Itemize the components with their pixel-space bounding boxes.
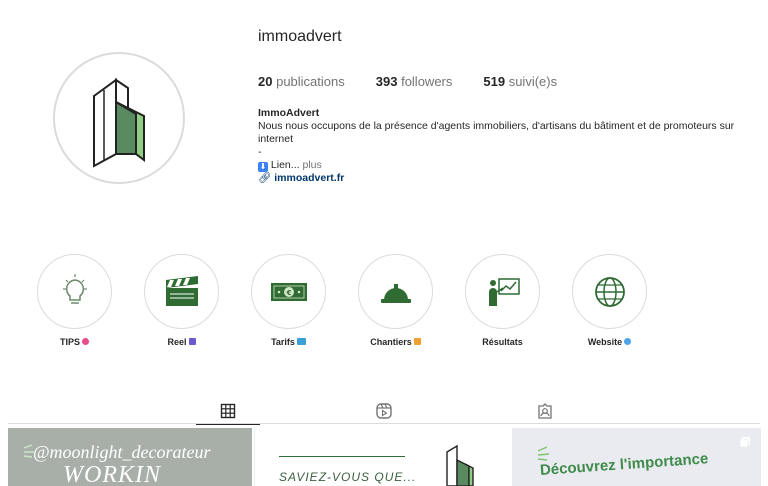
down-arrow-icon: ⬇: [258, 162, 268, 172]
post-thumbnail[interactable]: @moonlight_decorateur WORKIN: [8, 428, 252, 486]
following-label: suivi(e)s: [508, 74, 558, 89]
highlight-website-label: Website: [588, 337, 632, 347]
bio-more-link[interactable]: plus: [302, 159, 321, 171]
highlight-tarifs[interactable]: € Tarifs: [251, 254, 326, 347]
post-divider: [279, 456, 405, 457]
carousel-icon: [739, 437, 750, 448]
presentation-icon: [488, 277, 520, 306]
website-link[interactable]: immoadvert.fr: [274, 172, 344, 184]
construction-emoji-icon: [413, 338, 421, 345]
post-caption-title: WORKIN: [63, 462, 161, 486]
reels-icon: [376, 403, 392, 419]
bio-link-row: ⬇ Lien... plus: [258, 159, 758, 172]
profile-stats: 20 publications 393 followers 519 suivi(…: [258, 74, 557, 89]
post-caption-handle: @moonlight_decorateur: [33, 442, 211, 462]
highlight-tarifs-label: Tarifs: [271, 337, 306, 347]
highlight-resultats-cover[interactable]: [465, 254, 540, 329]
highlight-tarifs-cover[interactable]: €: [251, 254, 326, 329]
post-thumbnail[interactable]: Découvrez l'importance: [512, 428, 761, 486]
clapperboard-icon: [165, 275, 198, 306]
highlight-tips[interactable]: TIPS: [37, 254, 112, 347]
story-highlights: TIPS Reel € Tarifs Chantiers Résultats W…: [37, 254, 647, 347]
tab-reels[interactable]: [364, 398, 404, 424]
immoadvert-logo-icon: [446, 444, 474, 486]
lightbulb-icon: [62, 273, 87, 304]
immoadvert-logo-icon: [93, 78, 145, 168]
bio-dash: -: [258, 146, 262, 158]
posts-label: publications: [276, 74, 345, 89]
highlight-resultats[interactable]: Résultats: [465, 254, 540, 347]
profile-username: immoadvert: [258, 28, 342, 45]
globe-emoji-icon: [624, 338, 632, 345]
bio-link-text: Lien...: [270, 159, 300, 171]
posts-count: 20: [258, 74, 273, 89]
banknote-icon: €: [270, 282, 307, 301]
post-thumbnail[interactable]: SAVIEZ-VOUS QUE...: [254, 428, 510, 486]
profile-avatar[interactable]: [53, 52, 185, 184]
brain-emoji-icon: [82, 338, 89, 345]
highlight-website[interactable]: Website: [572, 254, 647, 347]
followers-label: followers: [401, 74, 453, 89]
highlight-tips-cover[interactable]: [37, 254, 112, 329]
highlight-website-cover[interactable]: [572, 254, 647, 329]
highlight-reel[interactable]: Reel: [144, 254, 219, 347]
clapper-emoji-icon: [188, 338, 196, 345]
bio-text: Nous nous occupons de la présence d'agen…: [258, 120, 735, 145]
svg-text:€: €: [285, 289, 291, 297]
grid-icon: [220, 403, 236, 419]
link-icon: 🔗︎: [258, 172, 272, 184]
post-caption-title: Découvrez l'importance: [539, 450, 709, 479]
following-count: 519: [483, 74, 506, 89]
following-stat[interactable]: 519 suivi(e)s: [483, 74, 557, 89]
tab-tagged[interactable]: [525, 398, 565, 424]
highlight-tips-label: TIPS: [60, 337, 89, 347]
highlight-chantiers-label: Chantiers: [370, 337, 421, 347]
profile-bio: ImmoAdvert Nous nous occupons de la prés…: [258, 107, 758, 185]
sparkle-icon: [537, 446, 550, 461]
posts-stat: 20 publications: [258, 74, 345, 89]
followers-count: 393: [375, 74, 398, 89]
highlight-chantiers-cover[interactable]: [358, 254, 433, 329]
money-emoji-icon: [296, 338, 306, 345]
tab-posts[interactable]: [196, 398, 260, 425]
followers-stat[interactable]: 393 followers: [376, 74, 453, 89]
highlight-chantiers[interactable]: Chantiers: [358, 254, 433, 347]
display-name: ImmoAdvert: [258, 107, 320, 119]
post-caption-title: SAVIEZ-VOUS QUE...: [279, 470, 417, 484]
highlight-reel-label: Reel: [167, 337, 196, 347]
website-row[interactable]: 🔗︎ immoadvert.fr: [258, 172, 758, 185]
globe-icon: [594, 276, 625, 307]
highlight-reel-cover[interactable]: [144, 254, 219, 329]
tagged-icon: [538, 403, 552, 419]
highlight-resultats-label: Résultats: [482, 337, 523, 347]
hardhat-icon: [380, 283, 411, 303]
